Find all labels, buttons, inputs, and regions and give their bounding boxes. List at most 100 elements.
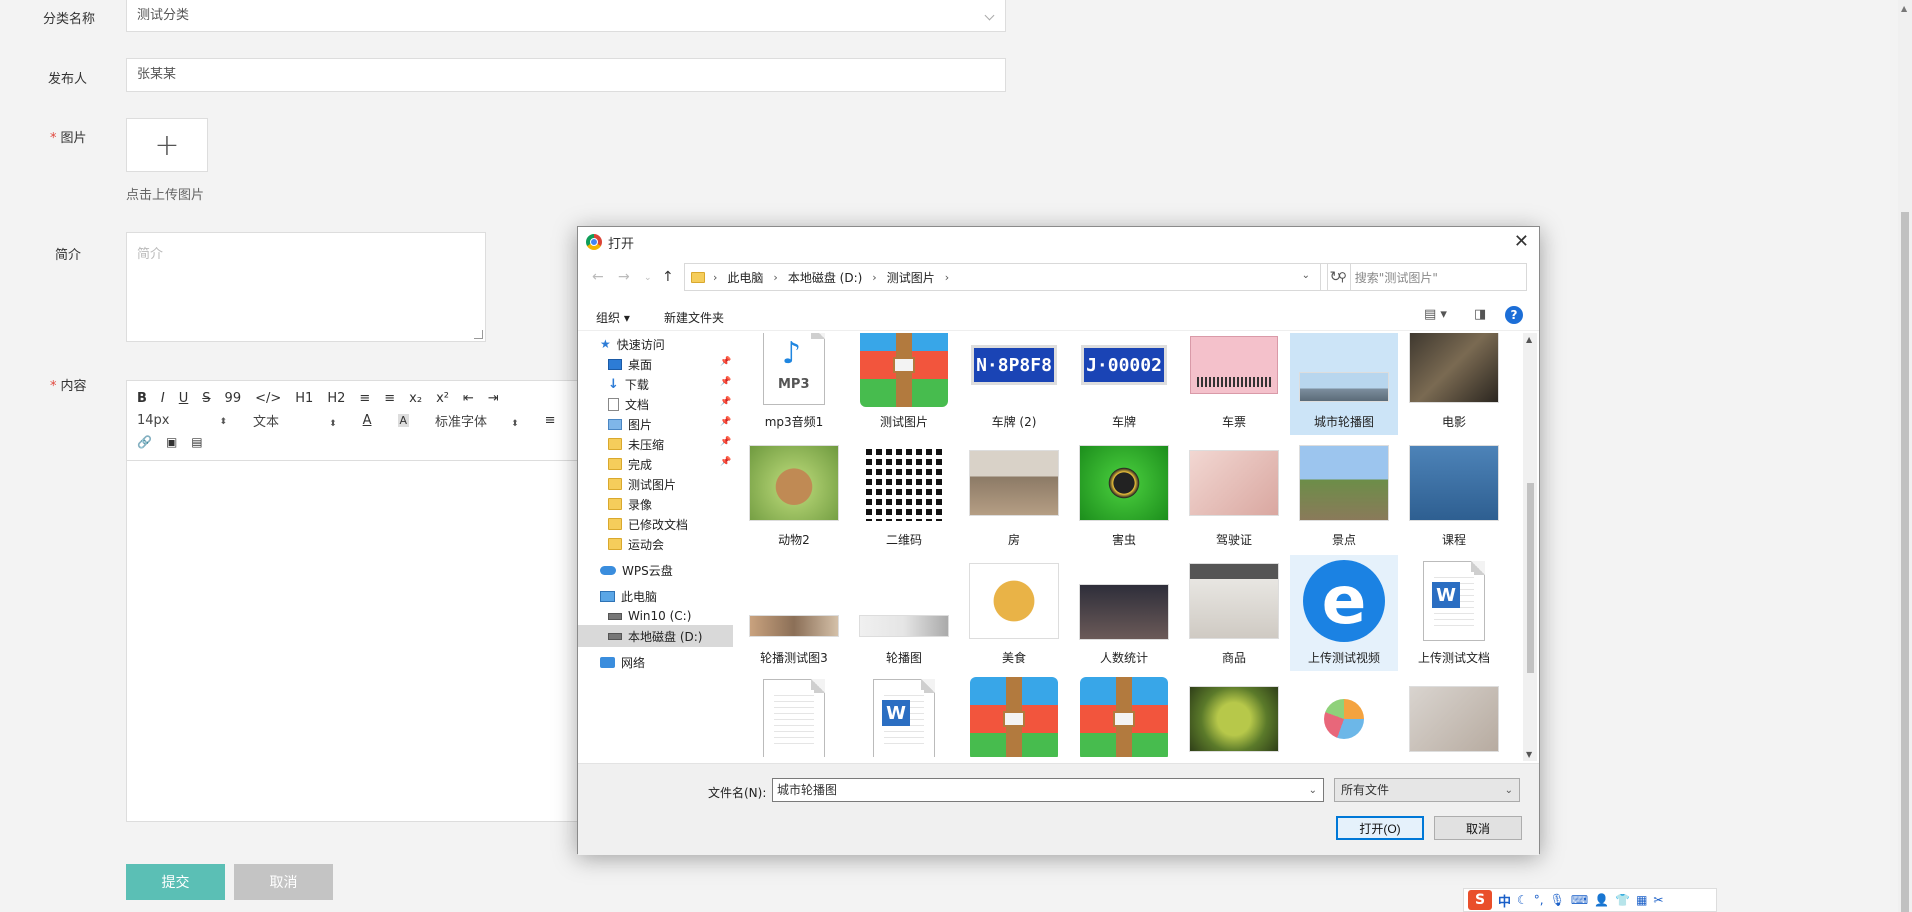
file-item[interactable] (1180, 673, 1288, 757)
file-item[interactable]: 动物2 (740, 437, 848, 553)
file-item[interactable]: 商品 (1180, 555, 1288, 671)
address-bar[interactable]: › 此电脑 › 本地磁盘 (D:) › 测试图片 › ⌄ (684, 263, 1321, 291)
chevron-right-icon[interactable]: › (945, 271, 949, 284)
file-item[interactable]: 电影 (1400, 333, 1508, 435)
help-icon[interactable]: ? (1505, 306, 1523, 324)
file-item[interactable]: 驾驶证 (1180, 437, 1288, 553)
category-select[interactable]: 测试分类 (126, 0, 1006, 32)
file-item[interactable]: 城市轮播图 (1290, 333, 1398, 435)
back-arrow-icon[interactable]: ← (592, 269, 604, 285)
file-item[interactable] (1400, 673, 1508, 757)
file-list-scrollbar[interactable]: ▲ ▼ (1523, 333, 1537, 761)
scroll-up-icon[interactable]: ▲ (1901, 4, 1907, 13)
nav-item[interactable]: Win10 (C:) (608, 605, 691, 627)
nav-item[interactable]: 运动会 (608, 533, 664, 555)
punctuation-icon[interactable]: °, (1534, 893, 1544, 907)
shirt-icon[interactable]: 👕 (1615, 893, 1630, 907)
chevron-down-icon[interactable]: ⌄ (1302, 270, 1310, 281)
nav-item[interactable]: 此电脑 (600, 585, 657, 607)
toolbar-button[interactable]: S (202, 391, 210, 406)
toolbar-button[interactable]: B (137, 391, 147, 406)
file-item[interactable]: 房 (960, 437, 1068, 553)
page-scrollbar-thumb[interactable] (1901, 212, 1909, 912)
text-style-select[interactable]: 文本 ⬍ (253, 411, 337, 430)
file-item[interactable]: W 上传测试文档 (1400, 555, 1508, 671)
breadcrumb-item[interactable]: 本地磁盘 (D:) (788, 269, 862, 286)
toolbar-button[interactable]: ⇥ (488, 391, 499, 406)
upload-image-button[interactable]: + (126, 118, 208, 172)
font-family-select[interactable]: 标准字体 ⬍ (435, 411, 519, 430)
forward-arrow-icon[interactable]: → (618, 269, 630, 285)
nav-item[interactable]: 本地磁盘 (D:) (578, 625, 733, 647)
close-icon[interactable]: ✕ (1514, 231, 1529, 252)
keyboard-icon[interactable]: ⌨ (1571, 893, 1588, 907)
file-item[interactable]: 轮播测试图3 (740, 555, 848, 671)
file-item[interactable]: 车票 (1180, 333, 1288, 435)
font-bg-button[interactable]: A (397, 414, 410, 427)
toolbar-button[interactable]: H2 (327, 391, 345, 406)
align-button[interactable]: ≡ (545, 413, 556, 428)
font-color-button[interactable]: A (363, 413, 372, 428)
grid-icon[interactable]: ▦ (1636, 893, 1647, 907)
toolbar-button[interactable]: U (179, 391, 189, 406)
file-item[interactable] (1290, 673, 1398, 757)
toolbar-button[interactable]: I (161, 391, 165, 406)
toolbar-button[interactable]: x₂ (409, 391, 422, 406)
toolbar-button[interactable]: x² (436, 391, 449, 406)
microphone-icon[interactable]: 🎙 (1550, 893, 1565, 907)
chevron-right-icon[interactable]: › (872, 271, 876, 284)
nav-item[interactable]: 未压缩 📌 (608, 433, 731, 455)
file-item[interactable]: ♪ MP3 mp3音频1 (740, 333, 848, 435)
scroll-up-icon[interactable]: ▲ (1526, 335, 1532, 344)
file-item[interactable]: 美食 (960, 555, 1068, 671)
intro-textarea[interactable]: 简介 (126, 232, 486, 342)
font-size-select[interactable]: 14px ⬍ (137, 413, 227, 428)
moon-icon[interactable]: ☾ (1517, 893, 1528, 907)
tool-icon[interactable]: ✂ (1653, 893, 1663, 907)
file-item[interactable]: 测试图片 (850, 333, 958, 435)
sogou-logo-icon[interactable]: S (1468, 890, 1492, 910)
nav-item[interactable]: 已修改文档 (608, 513, 688, 535)
chevron-down-icon[interactable]: ⌄ (1309, 780, 1317, 802)
nav-item[interactable]: 桌面 📌 (608, 353, 731, 375)
ime-toolbar[interactable]: S 中 ☾ °, 🎙 ⌨ 👤 👕 ▦ ✂ (1463, 888, 1717, 912)
file-item[interactable]: W (850, 673, 958, 757)
file-item[interactable]: 二维码 (850, 437, 958, 553)
open-button[interactable]: 打开(O) (1336, 816, 1424, 840)
view-options-icon[interactable]: ▤ ▾ (1424, 307, 1447, 322)
file-item[interactable] (1070, 673, 1178, 757)
toolbar-button[interactable]: H1 (295, 391, 313, 406)
nav-item[interactable]: 文档 📌 (608, 393, 731, 415)
nav-item[interactable]: 图片 📌 (608, 413, 731, 435)
nav-item[interactable]: 录像 (608, 493, 652, 515)
file-item[interactable]: N·8P8F8 车牌 (2) (960, 333, 1068, 435)
dialog-cancel-button[interactable]: 取消 (1434, 816, 1522, 840)
toolbar-button[interactable]: ⇤ (463, 391, 474, 406)
new-folder-button[interactable]: 新建文件夹 (664, 309, 724, 326)
file-item[interactable] (960, 673, 1068, 757)
file-item[interactable]: J·00002 车牌 (1070, 333, 1178, 435)
cancel-button[interactable]: 取消 (234, 864, 333, 900)
file-item[interactable]: 轮播图 (850, 555, 958, 671)
ime-language-toggle[interactable]: 中 (1498, 891, 1511, 910)
nav-item[interactable]: 完成 📌 (608, 453, 731, 475)
filename-input[interactable]: 城市轮播图 ⌄ (772, 778, 1324, 802)
file-item[interactable]: 害虫 (1070, 437, 1178, 553)
file-item[interactable] (740, 673, 848, 757)
image-icon[interactable]: ▣ (166, 435, 177, 449)
chevron-right-icon[interactable]: › (773, 271, 777, 284)
submit-button[interactable]: 提交 (126, 864, 225, 900)
dialog-titlebar[interactable]: 打开 ✕ (578, 227, 1539, 257)
page-scrollbar[interactable]: ▲ (1898, 0, 1912, 912)
video-icon[interactable]: ▤ (191, 435, 202, 449)
nav-item[interactable]: ↓ 下载 📌 (608, 373, 731, 395)
toolbar-button[interactable]: </> (255, 391, 281, 406)
nav-item[interactable]: 测试图片 (608, 473, 676, 495)
filetype-select[interactable]: 所有文件 ⌄ (1334, 778, 1520, 802)
toolbar-button[interactable]: ≡ (384, 391, 395, 406)
organize-button[interactable]: 组织 ▾ (596, 309, 630, 326)
user-icon[interactable]: 👤 (1594, 893, 1609, 907)
preview-pane-icon[interactable]: ◨ (1474, 307, 1486, 322)
search-input[interactable]: ⚲ 搜索"测试图片" (1327, 263, 1527, 291)
nav-item[interactable]: 网络 (600, 651, 645, 673)
